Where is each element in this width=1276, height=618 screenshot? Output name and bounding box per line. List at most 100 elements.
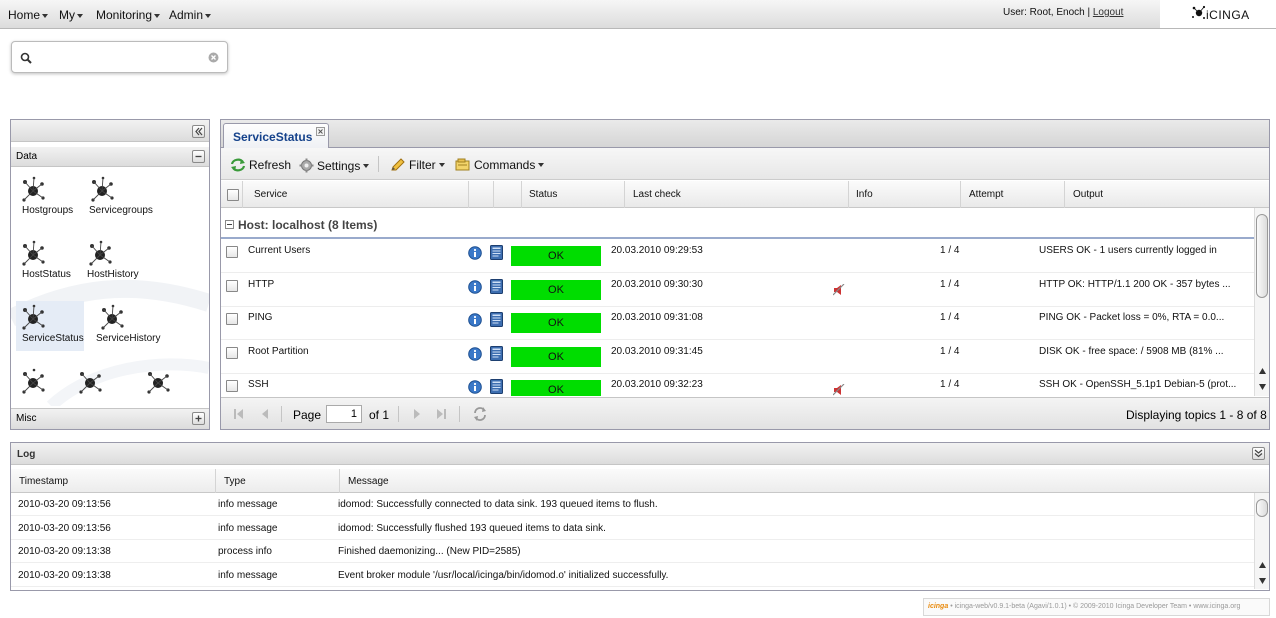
node-cluster-icon <box>91 176 114 202</box>
column-info-icon[interactable] <box>469 181 494 208</box>
first-page-icon[interactable] <box>233 408 245 420</box>
scroll-down-icon[interactable] <box>1258 382 1267 391</box>
info-icon[interactable] <box>468 380 482 394</box>
double-chevron-down-icon <box>1254 449 1263 458</box>
log-timestamp: 2010-03-20 09:13:38 <box>18 546 111 557</box>
menu-my[interactable]: My <box>59 8 83 22</box>
scroll-up-icon[interactable] <box>1258 367 1267 376</box>
nav-item-label: Hostgroups <box>22 205 74 216</box>
log-row[interactable]: 2010-03-20 09:13:56 info message idomod:… <box>11 517 1254 540</box>
status-badge: OK <box>511 380 601 396</box>
row-checkbox[interactable] <box>226 246 238 258</box>
info-icon[interactable] <box>468 280 482 294</box>
log-timestamp: 2010-03-20 09:13:56 <box>18 522 111 534</box>
status-badge: OK <box>511 347 601 367</box>
log-row[interactable]: 2010-03-20 09:13:38 info message Event b… <box>11 564 1254 587</box>
close-tab-icon[interactable] <box>316 127 325 136</box>
logout-link[interactable]: Logout <box>1093 7 1124 18</box>
search-input[interactable] <box>40 49 210 65</box>
column-type[interactable]: Type <box>216 469 340 493</box>
service-row[interactable]: PING OK 20.03.2010 09:31:08 1 / 4 PING O… <box>221 306 1254 340</box>
nav-item-label: ServiceStatus <box>22 333 84 344</box>
collapse-panel-button[interactable] <box>192 125 205 138</box>
refresh-button[interactable]: Refresh <box>230 158 291 172</box>
collapse-log-button[interactable] <box>1252 447 1265 460</box>
document-icon[interactable] <box>490 245 503 260</box>
info-icon[interactable] <box>468 246 482 260</box>
tab-servicestatus[interactable]: ServiceStatus <box>223 123 329 149</box>
log-body: 2010-03-20 09:13:56 info message idomod:… <box>11 493 1269 589</box>
column-label: Type <box>224 476 246 487</box>
row-checkbox[interactable] <box>226 347 238 359</box>
service-row[interactable]: HTTP OK 20.03.2010 09:30:30 1 / 4 HTTP O… <box>221 273 1254 307</box>
paging-separator <box>398 406 399 422</box>
notification-disabled-icon[interactable] <box>833 384 845 396</box>
status-badge: OK <box>511 246 601 266</box>
row-checkbox[interactable] <box>226 313 238 325</box>
filter-button[interactable]: Filter <box>390 158 445 172</box>
previous-page-icon[interactable] <box>259 408 271 420</box>
column-info[interactable]: Info <box>849 181 961 208</box>
scrollbar-thumb[interactable] <box>1256 499 1268 517</box>
scrollbar-thumb[interactable] <box>1256 214 1268 298</box>
last-page-icon[interactable] <box>435 408 447 420</box>
document-icon[interactable] <box>490 379 503 394</box>
nav-item-label: HostHistory <box>87 269 139 280</box>
settings-button[interactable]: Settings <box>299 158 370 173</box>
column-output[interactable]: Output <box>1065 181 1269 208</box>
pencil-icon <box>391 158 405 171</box>
data-section-header[interactable]: Data <box>11 147 209 167</box>
document-icon[interactable] <box>490 346 503 361</box>
reload-icon[interactable] <box>472 406 488 422</box>
paging-separator <box>281 406 282 422</box>
column-label: Timestamp <box>19 476 69 487</box>
notification-disabled-icon[interactable] <box>833 284 845 296</box>
column-service[interactable]: Service <box>243 181 469 208</box>
chevron-down-icon <box>77 13 83 18</box>
row-checkbox[interactable] <box>226 280 238 292</box>
collapse-data-section-button[interactable] <box>192 150 205 163</box>
log-row[interactable]: 2010-03-20 09:13:38 process info Finishe… <box>11 540 1254 563</box>
document-icon[interactable] <box>490 312 503 327</box>
misc-section-header[interactable]: Misc <box>11 408 209 429</box>
menu-monitoring[interactable]: Monitoring <box>96 8 161 22</box>
group-header-row[interactable]: Host: localhost (8 Items) <box>221 208 1254 239</box>
user-label: User: Root, Enoch | <box>1003 7 1091 18</box>
column-doc-icon[interactable] <box>494 181 522 208</box>
chevron-down-icon <box>438 163 445 167</box>
column-attempt[interactable]: Attempt <box>961 181 1065 208</box>
row-checkbox[interactable] <box>226 380 238 392</box>
menu-home[interactable]: Home <box>8 8 49 22</box>
log-message: Finished daemonizing... (New PID=2585) <box>338 546 521 557</box>
document-icon[interactable] <box>490 279 503 294</box>
column-message[interactable]: Message <box>340 469 1269 493</box>
info-icon[interactable] <box>468 347 482 361</box>
expand-misc-section-button[interactable] <box>192 412 205 425</box>
service-row[interactable]: Current Users OK 20.03.2010 09:29:53 1 /… <box>221 239 1254 273</box>
service-row[interactable]: Root Partition OK 20.03.2010 09:31:45 1 … <box>221 340 1254 374</box>
attempt-count: 1 / 4 <box>940 379 960 390</box>
menu-admin[interactable]: Admin <box>169 8 212 22</box>
log-row[interactable]: 2010-03-20 09:13:56 info message idomod:… <box>11 493 1254 516</box>
filter-label: Filter <box>409 158 436 172</box>
scroll-up-icon[interactable] <box>1258 561 1267 570</box>
chevron-down-icon <box>538 163 545 167</box>
nav-item-label: Servicegroups <box>89 205 153 216</box>
clear-search-icon[interactable] <box>208 52 219 63</box>
footer-text: • icinga-web/v0.9.1-beta (Agavi/1.0.1) •… <box>950 603 1241 610</box>
service-row[interactable]: SSH OK 20.03.2010 09:32:23 1 / 4 SSH OK … <box>221 373 1254 396</box>
next-page-icon[interactable] <box>411 408 423 420</box>
left-navigation-panel: Data Hostgroups Servicegroups HostStatus… <box>10 119 210 430</box>
log-scrollbar[interactable] <box>1254 493 1269 589</box>
select-all-checkbox[interactable] <box>227 189 239 201</box>
scroll-down-icon[interactable] <box>1258 576 1267 585</box>
page-number-input[interactable] <box>326 405 362 423</box>
column-timestamp[interactable]: Timestamp <box>11 469 216 493</box>
collapse-group-icon[interactable] <box>225 220 234 229</box>
info-icon[interactable] <box>468 313 482 327</box>
service-name: Current Users <box>248 245 311 256</box>
grid-scrollbar[interactable] <box>1254 208 1269 396</box>
column-status[interactable]: Status <box>522 181 625 208</box>
commands-button[interactable]: Commands <box>455 158 545 172</box>
column-last-check[interactable]: Last check <box>625 181 849 208</box>
